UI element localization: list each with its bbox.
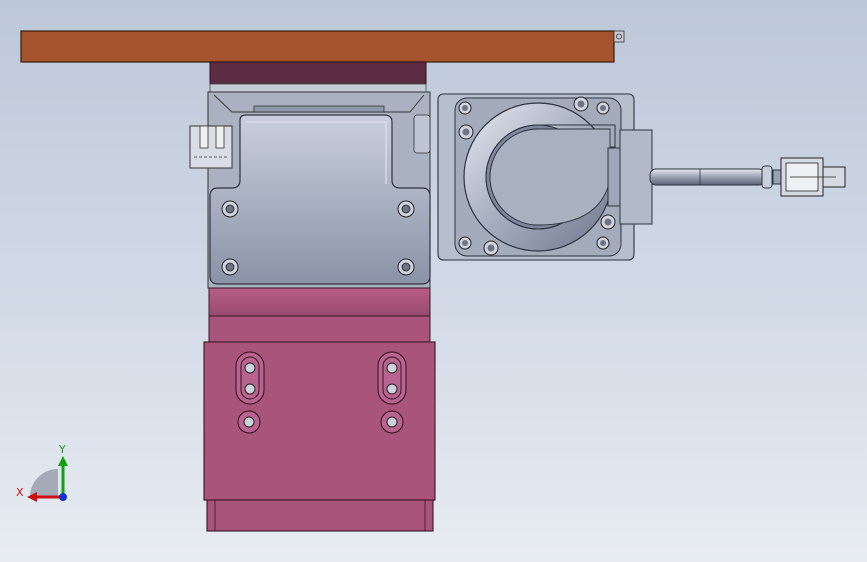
screw-icon: [596, 236, 610, 250]
screw-icon: [458, 101, 472, 115]
screw-icon: [397, 258, 415, 276]
axis-y-label: Y: [59, 443, 66, 456]
upper-carriage-block[interactable]: [209, 61, 427, 93]
top-plate[interactable]: [20, 30, 625, 63]
axis-triad: [27, 456, 68, 502]
cad-viewport[interactable]: X Y: [0, 0, 867, 562]
screw-icon: [458, 124, 474, 140]
cable-clip[interactable]: [189, 125, 233, 169]
motor-cable[interactable]: [649, 165, 782, 189]
cable-connector[interactable]: [780, 157, 846, 197]
screw-icon: [397, 200, 415, 218]
axis-x-label: X: [16, 486, 24, 499]
screw-icon: [221, 258, 239, 276]
screw-icon: [483, 240, 499, 256]
cad-model-view[interactable]: [0, 0, 867, 562]
screw-icon: [573, 96, 589, 112]
lower-carriage[interactable]: [203, 287, 436, 532]
screw-icon: [596, 101, 610, 115]
screw-icon: [458, 236, 472, 250]
screw-icon: [221, 200, 239, 218]
screw-icon: [600, 214, 616, 230]
